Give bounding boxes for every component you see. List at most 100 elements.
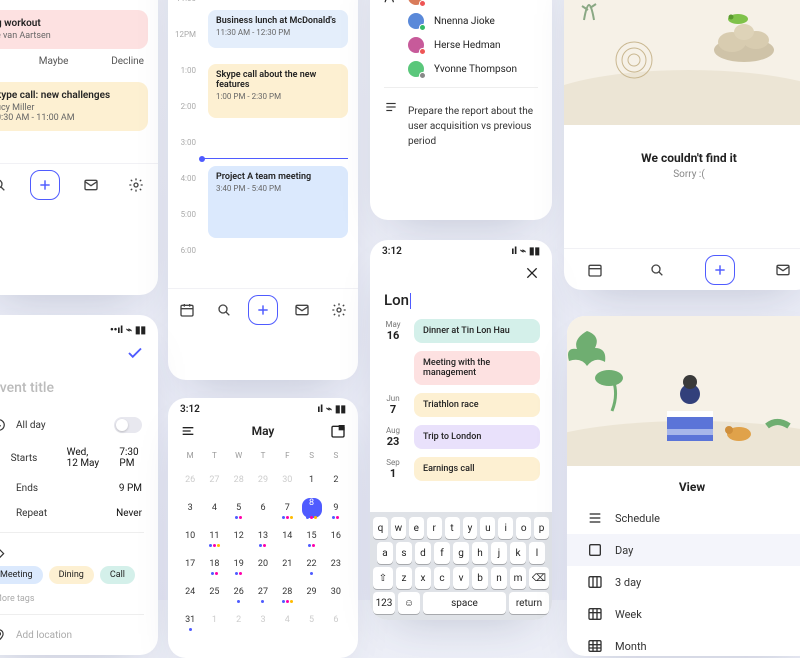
day-cell[interactable]: 4 <box>275 608 299 632</box>
confirm-icon[interactable] <box>126 344 144 362</box>
day-cell[interactable]: 1 <box>299 468 323 492</box>
attendee-row[interactable]: Nnenna Jioke <box>384 9 538 33</box>
day-cell[interactable]: 27 <box>251 580 275 604</box>
day-cell[interactable]: 3 <box>251 608 275 632</box>
menu-icon[interactable] <box>180 423 196 439</box>
key[interactable]: i <box>498 517 513 539</box>
allday-row[interactable]: All day <box>0 410 158 440</box>
tag-chip[interactable]: Call <box>100 566 135 584</box>
day-cell[interactable]: 2 <box>324 468 348 492</box>
key[interactable]: y <box>463 517 478 539</box>
add-button[interactable] <box>30 170 60 200</box>
key[interactable]: l <box>529 542 545 564</box>
shift-key[interactable]: ⇧ <box>373 567 393 589</box>
ends-row[interactable]: Ends 9 PM <box>0 476 158 501</box>
day-cell[interactable]: 18 <box>202 552 226 576</box>
day-cell[interactable]: 6 <box>251 496 275 520</box>
backspace-key[interactable]: ⌫ <box>529 567 549 589</box>
day-cell[interactable]: 10 <box>178 524 202 548</box>
day-cell[interactable]: 16 <box>324 524 348 548</box>
key[interactable]: g <box>453 542 469 564</box>
search-result[interactable]: Sep1Earnings call <box>370 453 552 485</box>
key[interactable]: u <box>480 517 495 539</box>
key[interactable]: f <box>434 542 450 564</box>
settings-icon[interactable] <box>122 171 150 199</box>
ends-time[interactable]: 9 PM <box>119 483 142 494</box>
maybe-button[interactable]: Maybe <box>39 56 69 70</box>
key[interactable]: e <box>409 517 424 539</box>
key[interactable]: j <box>491 542 507 564</box>
return-key[interactable]: return <box>509 592 549 614</box>
day-cell[interactable]: 5 <box>227 496 251 520</box>
search-input[interactable]: Lon <box>370 289 552 315</box>
emoji-key[interactable]: ☺ <box>398 592 420 614</box>
view-option[interactable]: 3 day <box>567 566 800 598</box>
add-button[interactable] <box>248 295 278 325</box>
key[interactable]: o <box>516 517 531 539</box>
day-cell[interactable]: 9 <box>324 496 348 520</box>
view-option[interactable]: Day <box>567 534 800 566</box>
tag-chip[interactable]: Meeting <box>0 566 43 584</box>
starts-row[interactable]: Starts Wed, 12 May 7:30 PM <box>0 440 158 476</box>
key[interactable]: p <box>534 517 549 539</box>
day-cell[interactable]: 11 <box>202 524 226 548</box>
search-icon[interactable] <box>0 171 13 199</box>
starts-date[interactable]: Wed, 12 May <box>67 447 102 469</box>
day-cell[interactable]: 2 <box>227 608 251 632</box>
event-1[interactable]: Business lunch at McDonald's 11:30 AM - … <box>208 10 348 48</box>
search-result[interactable]: Aug23Trip to London <box>370 421 552 453</box>
calendar-icon[interactable] <box>173 296 201 324</box>
day-cell[interactable]: 20 <box>251 552 275 576</box>
mail-icon[interactable] <box>769 256 797 284</box>
key[interactable]: v <box>453 567 469 589</box>
day-cell[interactable]: 31 <box>178 608 202 632</box>
mail-icon[interactable] <box>77 171 105 199</box>
keyboard[interactable]: qwertyuiopasdfghjkl⇧zxcvbnm⌫123☺spaceret… <box>370 512 552 620</box>
key[interactable]: m <box>510 567 526 589</box>
title-input[interactable]: Event title <box>0 370 158 410</box>
day-cell[interactable]: 17 <box>178 552 202 576</box>
more-tags[interactable]: More tags <box>0 590 158 608</box>
key[interactable]: b <box>472 567 488 589</box>
day-cell[interactable]: 1 <box>202 608 226 632</box>
attendee-row[interactable]: Stina Gunnarsdottir <box>384 0 538 9</box>
day-cell[interactable]: 30 <box>275 468 299 492</box>
day-cell[interactable]: 12 <box>227 524 251 548</box>
day-cell[interactable]: 29 <box>251 468 275 492</box>
invite-2[interactable]: g workout e van Aartsen <box>0 10 148 49</box>
day-cell[interactable]: 22 <box>299 552 323 576</box>
day-cell[interactable]: 26 <box>178 468 202 492</box>
today-icon[interactable] <box>330 423 346 439</box>
search-icon[interactable] <box>643 256 671 284</box>
day-cell[interactable]: 7 <box>275 496 299 520</box>
search-result[interactable]: Meeting with the management <box>370 347 552 389</box>
key[interactable]: d <box>415 542 431 564</box>
day-cell[interactable]: 29 <box>299 580 323 604</box>
view-option[interactable]: Schedule <box>567 502 800 534</box>
location-row[interactable]: Add location <box>0 621 158 649</box>
repeat-row[interactable]: Repeat Never <box>0 501 158 526</box>
calendar-icon[interactable] <box>581 256 609 284</box>
starts-time[interactable]: 7:30 PM <box>119 447 142 469</box>
add-button[interactable] <box>705 255 735 285</box>
day-cell[interactable]: 3 <box>178 496 202 520</box>
close-icon[interactable] <box>524 265 540 281</box>
settings-icon[interactable] <box>325 296 353 324</box>
day-cell[interactable]: 28 <box>227 468 251 492</box>
search-result[interactable]: May16Dinner at Tin Lon Hau <box>370 315 552 347</box>
search-icon[interactable] <box>210 296 238 324</box>
key[interactable]: h <box>472 542 488 564</box>
key[interactable]: z <box>396 567 412 589</box>
view-option[interactable]: Week <box>567 598 800 630</box>
day-cell[interactable]: 26 <box>227 580 251 604</box>
key[interactable]: s <box>396 542 412 564</box>
key[interactable]: t <box>445 517 460 539</box>
day-cell[interactable]: 6 <box>324 608 348 632</box>
day-cell[interactable]: 19 <box>227 552 251 576</box>
day-cell[interactable]: 23 <box>324 552 348 576</box>
key[interactable]: x <box>415 567 431 589</box>
month-grid[interactable]: 2627282930123456789101112131415161718192… <box>168 464 358 636</box>
space-key[interactable]: space <box>423 592 506 614</box>
repeat-value[interactable]: Never <box>116 508 142 519</box>
timeline[interactable]: Business lunch at McDonald's 11:30 AM - … <box>168 0 358 288</box>
